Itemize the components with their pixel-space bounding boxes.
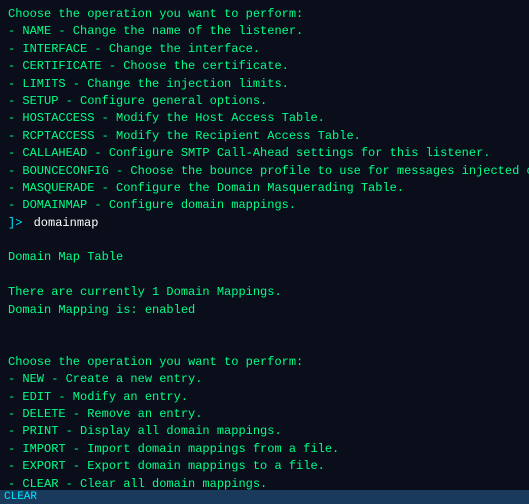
s1-blank2 xyxy=(8,267,521,284)
s1-domain-map-table: Domain Map Table xyxy=(8,249,521,266)
line-11: - MASQUERADE - Configure the Domain Masq… xyxy=(8,180,521,197)
line-4: - CERTIFICATE - Choose the certificate. xyxy=(8,58,521,75)
s2-export: - EXPORT - Export domain mappings to a f… xyxy=(8,458,521,475)
s2-print: - PRINT - Display all domain mappings. xyxy=(8,423,521,440)
s2-import: - IMPORT - Import domain mappings from a… xyxy=(8,441,521,458)
prompt-1[interactable]: ] > domainmap xyxy=(8,215,521,232)
s2-new: - NEW - Create a new entry. xyxy=(8,371,521,388)
s1-count: There are currently 1 Domain Mappings. xyxy=(8,284,521,301)
s2-edit: - EDIT - Modify an entry. xyxy=(8,389,521,406)
line-3: - INTERFACE - Change the interface. xyxy=(8,41,521,58)
s1-blank3 xyxy=(8,319,521,336)
s1-blank1 xyxy=(8,232,521,249)
prompt-bracket-1: ] xyxy=(8,215,15,232)
line-10: - BOUNCECONFIG - Choose the bounce profi… xyxy=(8,163,521,180)
prompt-gt-1: > xyxy=(15,215,22,232)
line-9: - CALLAHEAD - Configure SMTP Call-Ahead … xyxy=(8,145,521,162)
line-2: - NAME - Change the name of the listener… xyxy=(8,23,521,40)
s1-enabled: Domain Mapping is: enabled xyxy=(8,302,521,319)
terminal-window: Choose the operation you want to perform… xyxy=(0,0,529,504)
bottom-bar-text: CLEAR xyxy=(4,491,37,503)
line-12: - DOMAINMAP - Configure domain mappings. xyxy=(8,197,521,214)
line-8: - RCPTACCESS - Modify the Recipient Acce… xyxy=(8,128,521,145)
prompt-input-1: domainmap xyxy=(26,215,98,232)
line-1: Choose the operation you want to perform… xyxy=(8,6,521,23)
line-5: - LIMITS - Change the injection limits. xyxy=(8,76,521,93)
line-6: - SETUP - Configure general options. xyxy=(8,93,521,110)
s2-delete: - DELETE - Remove an entry. xyxy=(8,406,521,423)
line-7: - HOSTACCESS - Modify the Host Access Ta… xyxy=(8,110,521,127)
s2-choose: Choose the operation you want to perform… xyxy=(8,354,521,371)
bottom-bar: CLEAR xyxy=(0,490,529,504)
s2-blank1 xyxy=(8,336,521,353)
